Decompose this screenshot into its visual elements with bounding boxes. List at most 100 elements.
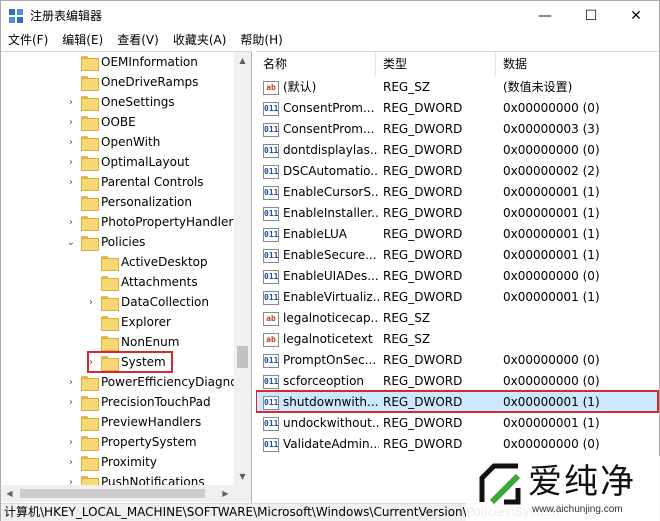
value-row[interactable]: 011 scforceoption REG_DWORD 0x00000000 (0) [256, 371, 659, 392]
tree-item[interactable]: › Parental Controls [65, 172, 204, 192]
folder-icon [81, 55, 99, 71]
dword-value-icon: 011 [263, 101, 279, 116]
tree-item[interactable]: OneDriveRamps [65, 72, 198, 92]
column-type-header[interactable]: 类型 [376, 52, 496, 76]
chevron-down-icon[interactable]: ⌄ [65, 237, 77, 248]
chevron-right-icon[interactable]: › [65, 437, 77, 448]
scroll-right-icon[interactable]: ▶ [217, 485, 234, 502]
chevron-right-icon[interactable]: › [65, 137, 77, 148]
chevron-right-icon[interactable]: › [85, 297, 97, 308]
value-row[interactable]: 011 EnableSecure... REG_DWORD 0x00000001 (1… [256, 245, 659, 266]
tree-horizontal-scrollbar[interactable]: ◀ ▶ [1, 485, 251, 502]
value-row[interactable]: 011 DSCAutomatio... REG_DWORD 0x00000002 (2… [256, 161, 659, 182]
value-name: legalnoticetext [283, 332, 373, 346]
menu-edit[interactable]: 编辑(E) [55, 31, 110, 51]
value-row[interactable]: ab legalnoticecap... REG_SZ [256, 308, 659, 329]
tree-vertical-scroll-thumb[interactable] [237, 346, 248, 368]
tree-item[interactable]: › Proximity [65, 452, 157, 472]
tree-item[interactable]: › PropertySystem [65, 432, 197, 452]
value-type-cell: REG_DWORD [383, 416, 463, 430]
tree-item[interactable]: › OOBE [65, 112, 136, 132]
tree-item[interactable]: OEMInformation [65, 52, 198, 72]
value-row[interactable]: ab (默认) REG_SZ (数值未设置) [256, 77, 659, 98]
value-type-cell: REG_DWORD [383, 269, 463, 283]
tree-item[interactable]: PreviewHandlers [65, 412, 201, 432]
value-row[interactable]: 011 EnableInstaller... REG_DWORD 0x00000001… [256, 203, 659, 224]
dword-value-icon: 011 [263, 164, 279, 179]
chevron-right-icon[interactable]: › [65, 177, 77, 188]
tree-vertical-scrollbar[interactable]: ▲ ▼ [234, 52, 251, 485]
tree-item[interactable]: Attachments [85, 272, 198, 292]
tree-item[interactable]: › DataCollection [85, 292, 209, 312]
value-row[interactable]: 011 EnableUIADes... REG_DWORD 0x00000000 (0… [256, 266, 659, 287]
key-tree-pane[interactable]: OEMInformation OneDriveRamps › OneSettings ›… [1, 51, 252, 503]
scroll-down-icon[interactable]: ▼ [234, 468, 251, 485]
value-row[interactable]: 011 undockwithout... REG_DWORD 0x00000001 (… [256, 413, 659, 434]
tree-item[interactable]: › PowerEfficiencyDiagno [65, 372, 234, 392]
value-row[interactable]: 011 EnableCursorS... REG_DWORD 0x00000001 (… [256, 182, 659, 203]
tree-item[interactable]: › PushNotifications [65, 472, 205, 485]
value-row[interactable]: 011 EnableVirtualiz... REG_DWORD 0x00000001… [256, 287, 659, 308]
tree-item[interactable]: Personalization [65, 192, 192, 212]
value-name-cell: 011 EnableCursorS... [263, 182, 379, 203]
dword-value-icon: 011 [263, 353, 279, 368]
chevron-right-icon[interactable]: › [65, 157, 77, 168]
chevron-right-icon[interactable]: › [65, 117, 77, 128]
tree-item[interactable]: › PhotoPropertyHandler [65, 212, 233, 232]
chevron-right-icon[interactable]: › [65, 217, 77, 228]
menu-file[interactable]: 文件(F) [1, 31, 55, 51]
tree-item[interactable]: ActiveDesktop [85, 252, 208, 272]
scroll-up-icon[interactable]: ▲ [234, 52, 251, 69]
tree-item-label: ActiveDesktop [121, 255, 208, 269]
dword-value-icon: 011 [263, 143, 279, 158]
tree-item[interactable]: › OneSettings [65, 92, 175, 112]
value-name: EnableCursorS... [283, 185, 379, 199]
menu-favorites[interactable]: 收藏夹(A) [166, 31, 234, 51]
tree-item[interactable]: › OpenWith [65, 132, 160, 152]
tree-item[interactable]: › PrecisionTouchPad [65, 392, 211, 412]
values-list-pane[interactable]: 名称 类型 数据 ab (默认) REG_SZ (数值未设置) 011 ConsentPr… [256, 51, 659, 503]
value-row[interactable]: 011 ValidateAdmin... REG_DWORD 0x00000000 (… [256, 434, 659, 455]
minimize-button[interactable]: — [522, 1, 568, 31]
scroll-left-icon[interactable]: ◀ [1, 485, 18, 502]
folder-icon [101, 295, 119, 311]
tree-item-label: Proximity [101, 455, 157, 469]
tree-item-label: PushNotifications [101, 475, 205, 485]
value-row[interactable]: 011 PromptOnSec... REG_DWORD 0x00000000 (0) [256, 350, 659, 371]
value-row[interactable]: 011 dontdisplaylas... REG_DWORD 0x00000000 … [256, 140, 659, 161]
column-data-header[interactable]: 数据 [496, 52, 659, 76]
value-row[interactable]: ab legalnoticetext REG_SZ [256, 329, 659, 350]
chevron-right-icon[interactable]: › [65, 457, 77, 468]
value-row[interactable]: 011 ConsentProm... REG_DWORD 0x00000003 (3) [256, 119, 659, 140]
maximize-button[interactable]: ☐ [568, 1, 614, 31]
folder-icon [81, 455, 99, 471]
column-name-header[interactable]: 名称 [256, 52, 376, 76]
chevron-right-icon[interactable]: › [65, 397, 77, 408]
value-data-cell: 0x00000001 (1) [503, 416, 600, 430]
tree-item[interactable]: › OptimalLayout [65, 152, 189, 172]
menu-view[interactable]: 查看(V) [110, 31, 166, 51]
value-data-cell [503, 308, 653, 329]
registry-editor-icon [9, 9, 23, 23]
value-row[interactable]: 011 ConsentProm... REG_DWORD 0x00000000 (0) [256, 98, 659, 119]
tree-item[interactable]: Explorer [85, 312, 171, 332]
chevron-right-icon[interactable]: › [65, 97, 77, 108]
close-button[interactable]: ✕ [613, 1, 659, 31]
chevron-right-icon[interactable]: › [65, 477, 77, 486]
tree-item-label: Personalization [101, 195, 192, 209]
folder-icon [101, 315, 119, 331]
value-name-cell: 011 ConsentProm... [263, 119, 379, 140]
tree-horizontal-scroll-thumb[interactable] [20, 489, 205, 498]
dword-value-icon: 011 [263, 227, 279, 242]
tree-item[interactable]: ⌄ Policies [65, 232, 145, 252]
watermark: 爱纯净 www.aichunjing.com [466, 456, 660, 521]
folder-icon [81, 375, 99, 391]
menu-help[interactable]: 帮助(H) [233, 31, 289, 51]
value-name-cell: ab legalnoticetext [263, 329, 379, 350]
value-name-cell: 011 EnableInstaller... [263, 203, 379, 224]
tree-item[interactable]: NonEnum [85, 332, 179, 352]
value-row[interactable]: 011 EnableLUA REG_DWORD 0x00000001 (1) [256, 224, 659, 245]
chevron-right-icon[interactable]: › [65, 377, 77, 388]
value-name-cell: ab (默认) [263, 77, 379, 98]
value-type-cell: REG_DWORD [383, 206, 463, 220]
